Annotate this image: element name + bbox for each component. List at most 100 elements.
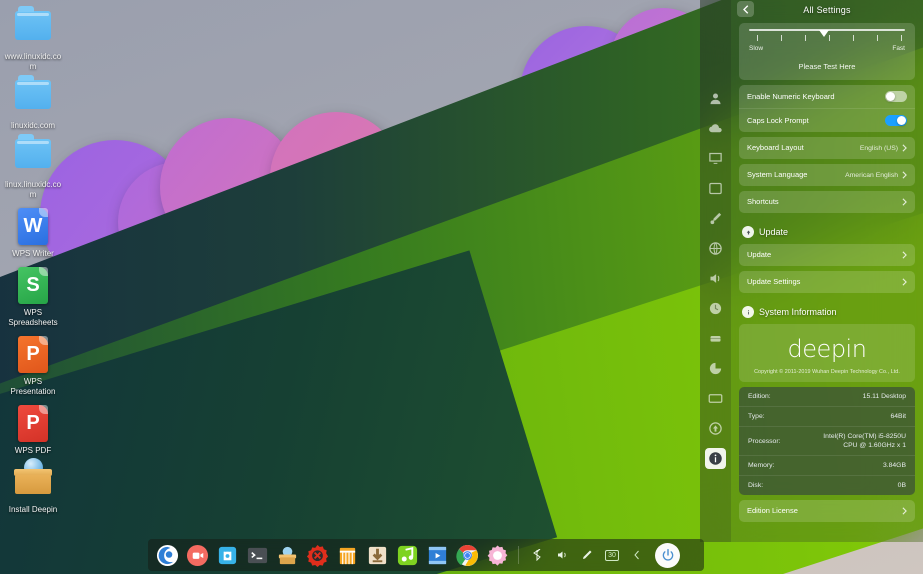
sidebar-item-cloud-sync[interactable]: [705, 118, 726, 139]
dock-tools[interactable]: [304, 542, 331, 569]
desktop-icon-wps-spreadsheets[interactable]: S WPS Spreadsheets: [0, 267, 66, 328]
row-shortcuts[interactable]: Shortcuts: [739, 191, 915, 213]
desktop-icon-wps-presentation[interactable]: P WPS Presentation: [0, 336, 66, 397]
desktop-icon-wps-pdf[interactable]: P WPS PDF: [0, 405, 66, 456]
sidebar-item-system-information[interactable]: [705, 448, 726, 469]
dock-control-center[interactable]: [484, 542, 511, 569]
wps-pdf-icon: P: [14, 405, 52, 443]
keyboard-layout-card: Keyboard Layout English (US): [739, 137, 915, 159]
desktop-icon-label: linux.linuxidc.com: [4, 180, 62, 199]
row-key: Type:: [748, 413, 765, 420]
keyboard-test-input[interactable]: Please Test Here: [739, 55, 915, 80]
edition-license-card: Edition License: [739, 500, 915, 522]
row-system-language[interactable]: System Language American English: [739, 164, 915, 186]
dock: 30: [148, 539, 704, 571]
sidebar-item-datetime[interactable]: [705, 298, 726, 319]
row-value: Intel(R) Core(TM) i5-8250U CPU @ 1.60GHz…: [823, 433, 906, 449]
update-section-heading: Update: [739, 218, 915, 244]
row-enable-numeric-keyboard[interactable]: Enable Numeric Keyboard: [739, 85, 915, 109]
table-row: Type: 64Bit: [739, 407, 915, 427]
control-center-content: All Settings Slow Fast Please Test Here …: [731, 0, 923, 542]
chevron-right-icon: [902, 198, 907, 206]
table-row: Memory: 3.84GB: [739, 456, 915, 476]
row-update[interactable]: Update: [739, 244, 915, 266]
sidebar-item-sound[interactable]: [705, 268, 726, 289]
shutdown-button[interactable]: [655, 542, 680, 568]
repeat-delay-slider[interactable]: Slow Fast: [739, 23, 915, 55]
dock-screen-recorder[interactable]: [184, 542, 211, 569]
dock-launcher[interactable]: [154, 542, 181, 569]
row-key: Memory:: [748, 462, 775, 469]
control-center-sidebar: [700, 0, 731, 542]
tray-bluetooth[interactable]: [526, 545, 548, 565]
row-label: Enable Numeric Keyboard: [747, 91, 835, 101]
wps-presentation-icon: P: [14, 336, 52, 374]
file-manager-icon: [339, 547, 356, 564]
tray-expand[interactable]: [626, 545, 648, 565]
row-keyboard-layout[interactable]: Keyboard Layout English (US): [739, 137, 915, 159]
tray-keyboard-layout[interactable]: 30: [601, 545, 623, 565]
row-label: Caps Lock Prompt: [747, 115, 809, 125]
sidebar-item-keyboard[interactable]: [705, 388, 726, 409]
dock-movie-player[interactable]: [424, 542, 451, 569]
row-label: Update: [747, 250, 772, 259]
row-label: Edition License: [747, 506, 798, 515]
desktop-icon-wps-writer[interactable]: W WPS Writer: [0, 208, 66, 259]
dock-file-manager[interactable]: [334, 542, 361, 569]
pen-icon: [583, 550, 592, 559]
row-value: 64Bit: [890, 413, 907, 420]
desktop-icon-label: WPS Presentation: [10, 377, 56, 396]
tray-display-brightness[interactable]: [576, 545, 598, 565]
row-label: Shortcuts: [747, 197, 779, 206]
dock-download-manager[interactable]: [364, 542, 391, 569]
section-title: System Information: [759, 307, 837, 317]
sidebar-item-account[interactable]: [705, 88, 726, 109]
sidebar-item-network[interactable]: [705, 238, 726, 259]
control-center-panel: All Settings Slow Fast Please Test Here …: [700, 0, 923, 542]
folder-icon: [14, 75, 52, 118]
gear-x-icon: [306, 544, 329, 567]
back-button[interactable]: [737, 1, 754, 17]
update-card: Update: [739, 244, 915, 266]
row-update-settings[interactable]: Update Settings: [739, 271, 915, 293]
row-caps-lock-prompt[interactable]: Caps Lock Prompt: [739, 109, 915, 132]
power-icon: [662, 549, 673, 561]
numeric-keyboard-toggle[interactable]: [885, 91, 907, 102]
sidebar-item-power[interactable]: [705, 358, 726, 379]
dock-app-store[interactable]: [214, 542, 241, 569]
row-value: English (US): [859, 144, 898, 152]
desktop-icon-install-deepin[interactable]: Install Deepin: [0, 458, 66, 515]
sidebar-item-display[interactable]: [705, 148, 726, 169]
caps-lock-prompt-toggle[interactable]: [885, 115, 907, 126]
row-key: Processor:: [748, 437, 781, 445]
keyboard-layout-label: 30: [605, 549, 619, 561]
dock-google-chrome[interactable]: [454, 542, 481, 569]
table-row: Edition: 15.11 Desktop: [739, 387, 915, 407]
tray-sound[interactable]: [551, 545, 573, 565]
row-edition-license[interactable]: Edition License: [739, 500, 915, 522]
table-row: Processor: Intel(R) Core(TM) i5-8250U CP…: [739, 427, 915, 456]
slider-knob[interactable]: [819, 30, 829, 37]
desktop-icon-label: WPS PDF: [14, 446, 52, 455]
desktop-icon-label: Install Deepin: [8, 505, 58, 514]
dock-music-player[interactable]: [394, 542, 421, 569]
desktop-icon-linux-linuxidc-com[interactable]: linux.linuxidc.com: [0, 134, 66, 200]
desktop-icon-label: linuxidc.com: [10, 121, 55, 130]
deepin-logo: deepin: [787, 335, 867, 363]
slider-max-label: Fast: [892, 45, 905, 52]
sidebar-item-default-applications[interactable]: [705, 178, 726, 199]
sidebar-item-personalization[interactable]: [705, 208, 726, 229]
sidebar-item-update[interactable]: [705, 418, 726, 439]
desktop-icon-label: WPS Spreadsheets: [8, 308, 58, 327]
wps-spreadsheets-icon: S: [14, 267, 52, 305]
dock-terminal[interactable]: [244, 542, 271, 569]
row-label: Update Settings: [747, 277, 801, 286]
bluetooth-icon: [533, 549, 541, 561]
sidebar-item-mouse[interactable]: [705, 328, 726, 349]
chevron-left-icon: [743, 4, 749, 14]
dock-install-deepin[interactable]: [274, 542, 301, 569]
section-title: Update: [759, 227, 789, 237]
desktop-icon-linuxidc-com[interactable]: linuxidc.com: [0, 75, 66, 131]
desktop-icon-www-linuxidc-com[interactable]: www.linuxidc.com: [0, 6, 66, 72]
install-box-icon: [278, 546, 297, 564]
